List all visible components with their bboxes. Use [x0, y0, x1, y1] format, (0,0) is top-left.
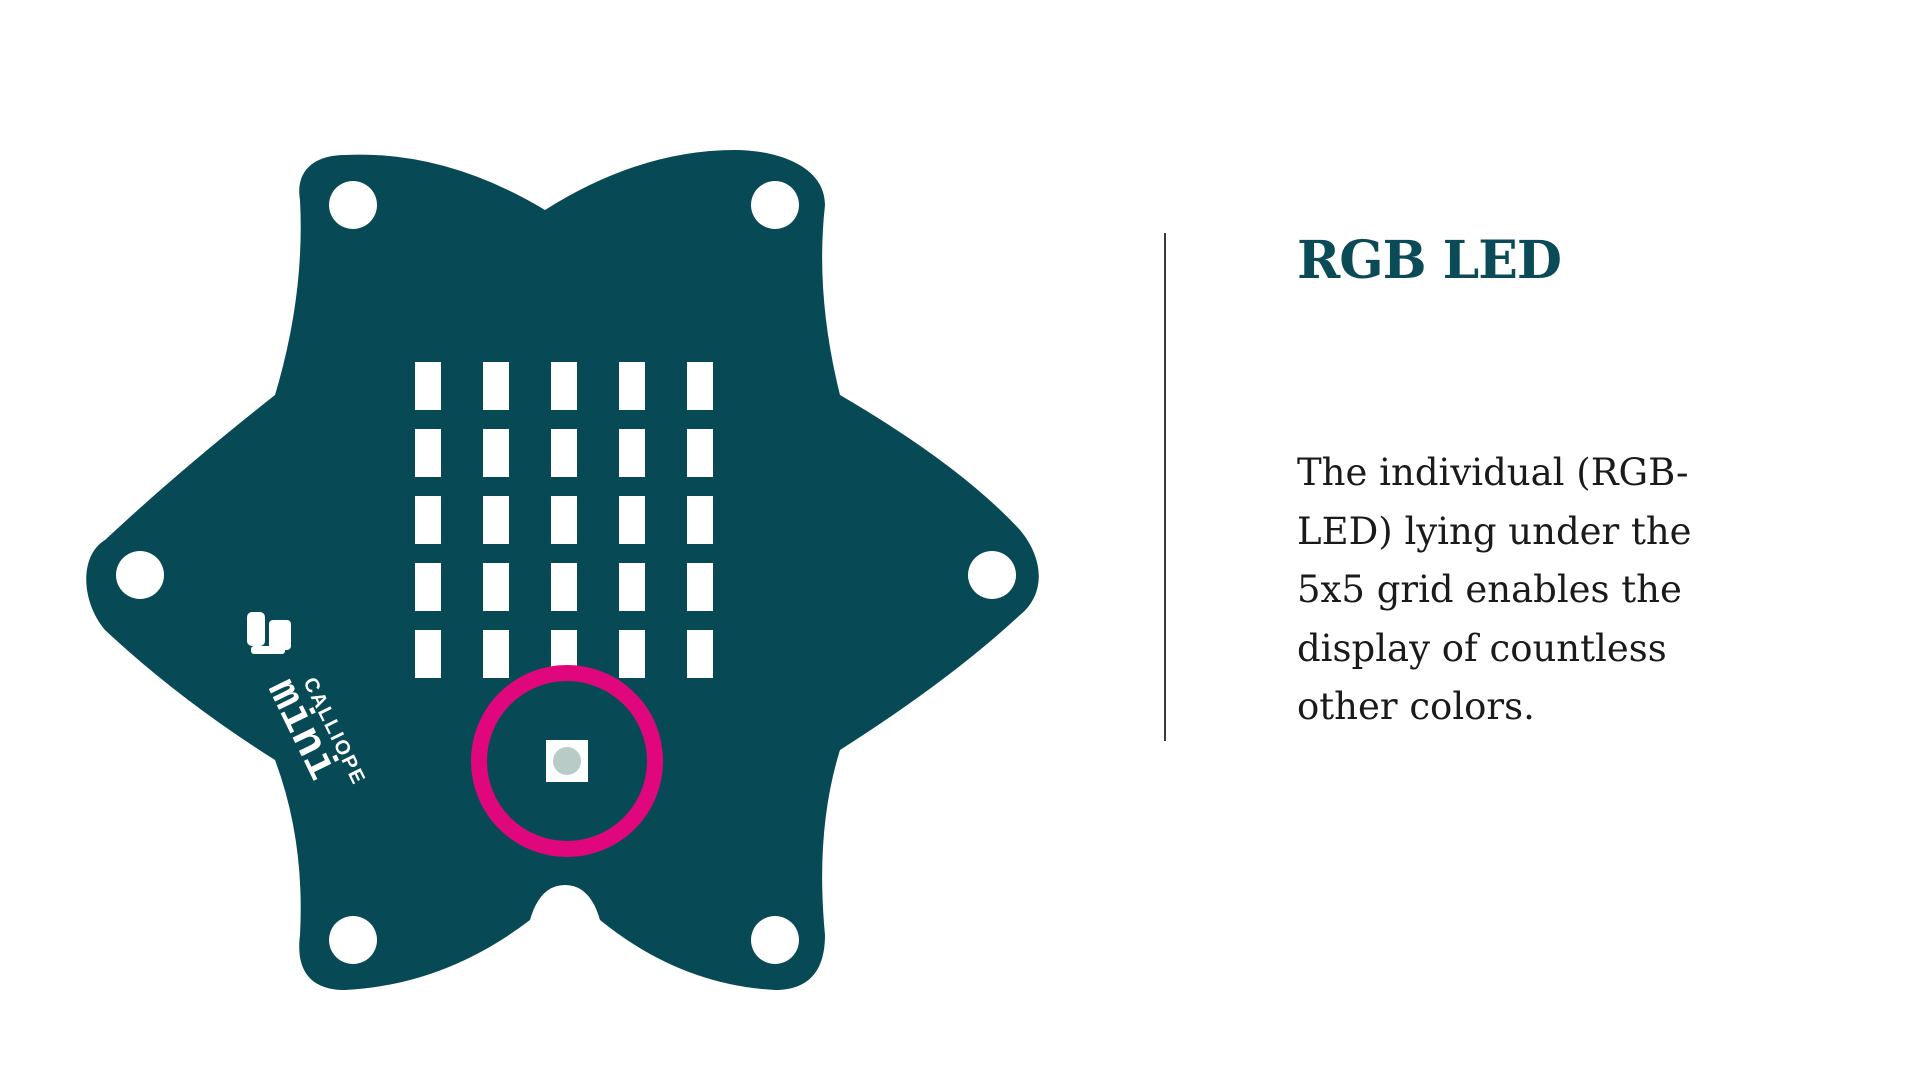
led-window: [415, 429, 441, 477]
led-window: [687, 563, 713, 611]
feature-title: RGB LED: [1297, 230, 1562, 291]
mounting-hole-5: [329, 916, 377, 964]
led-window: [415, 563, 441, 611]
led-window: [619, 496, 645, 544]
mounting-hole-2: [751, 181, 799, 229]
led-window: [415, 630, 441, 678]
board-illustration: CALLIOPE mini: [86, 150, 1039, 990]
rgb-led: [553, 747, 581, 775]
led-window: [483, 496, 509, 544]
section-divider: [1164, 233, 1166, 741]
led-window: [551, 496, 577, 544]
led-window: [687, 362, 713, 410]
led-window: [483, 362, 509, 410]
led-window: [619, 563, 645, 611]
led-window: [619, 362, 645, 410]
led-window: [551, 362, 577, 410]
mounting-hole-6: [751, 916, 799, 964]
led-window: [483, 563, 509, 611]
led-window: [551, 429, 577, 477]
led-window: [619, 630, 645, 678]
feature-description: The individual (RGB-LED) lying under the…: [1297, 451, 1692, 728]
led-window: [687, 496, 713, 544]
led-window: [551, 563, 577, 611]
led-window: [687, 630, 713, 678]
led-window: [415, 362, 441, 410]
mounting-hole-1: [329, 181, 377, 229]
mounting-hole-3: [116, 551, 164, 599]
led-window: [483, 429, 509, 477]
mounting-hole-4: [968, 551, 1016, 599]
led-window: [619, 429, 645, 477]
calliope-board-diagram: CALLIOPE mini: [0, 0, 1100, 1080]
led-window: [483, 630, 509, 678]
led-window: [415, 496, 441, 544]
led-window: [687, 429, 713, 477]
